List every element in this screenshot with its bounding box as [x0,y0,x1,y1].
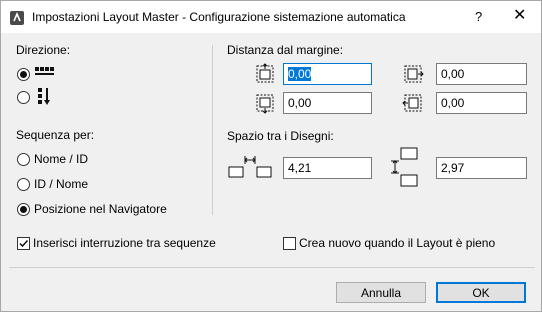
margins-heading: Distanza dal margine: [227,43,344,57]
margin-top-icon [256,63,274,83]
margin-left-icon [402,94,422,112]
create-new-when-full-checkbox[interactable] [283,237,296,250]
help-button[interactable]: ? [475,9,482,24]
margin-top-input[interactable]: 0,00 [283,63,372,85]
horizontal-spacing-icon [228,156,272,178]
break-between-sequences-label: Inserisci interruzione tra sequenze [33,236,216,250]
sequence-name-id-label: Nome / ID [34,152,89,166]
cancel-button[interactable]: Annulla [336,282,426,303]
break-between-sequences-checkbox[interactable] [17,237,30,250]
margin-right-icon [404,65,424,83]
sequence-heading: Sequenza per: [16,128,95,142]
sequence-navigator-radio[interactable] [17,203,30,216]
ok-button[interactable]: OK [436,282,526,303]
vertical-spacing-icon [391,147,418,187]
spacing-heading: Spazio tra i Disegni: [227,129,334,143]
margin-right-input[interactable]: 0,00 [436,63,527,85]
create-new-when-full-label: Crea nuovo quando il Layout è pieno [299,236,496,250]
horizontal-spacing-input[interactable]: 4,21 [283,157,372,179]
direction-vertical-radio[interactable] [17,91,30,104]
title-bar: Impostazioni Layout Master - Configurazi… [1,1,541,33]
sequence-navigator-label: Posizione nel Navigatore [34,202,167,216]
vertical-separator [212,45,213,215]
margin-bottom-icon [256,94,274,114]
direction-horizontal-radio[interactable] [17,68,30,81]
dialog-window: Impostazioni Layout Master - Configurazi… [0,0,542,312]
close-button[interactable]: ✕ [513,6,526,26]
sequence-id-name-label: ID / Nome [34,177,89,191]
sequence-name-id-radio[interactable] [17,153,30,166]
horizontal-separator [9,267,535,268]
vertical-order-icon [38,88,50,105]
app-icon [10,11,24,25]
vertical-spacing-input[interactable]: 2,97 [436,157,527,179]
checkmark-icon [19,239,29,248]
horizontal-order-icon [35,67,54,75]
window-title: Impostazioni Layout Master - Configurazi… [32,10,406,24]
sequence-id-name-radio[interactable] [17,178,30,191]
margin-left-input[interactable]: 0,00 [436,92,527,114]
margin-bottom-input[interactable]: 0,00 [283,92,372,114]
direction-heading: Direzione: [16,43,71,57]
